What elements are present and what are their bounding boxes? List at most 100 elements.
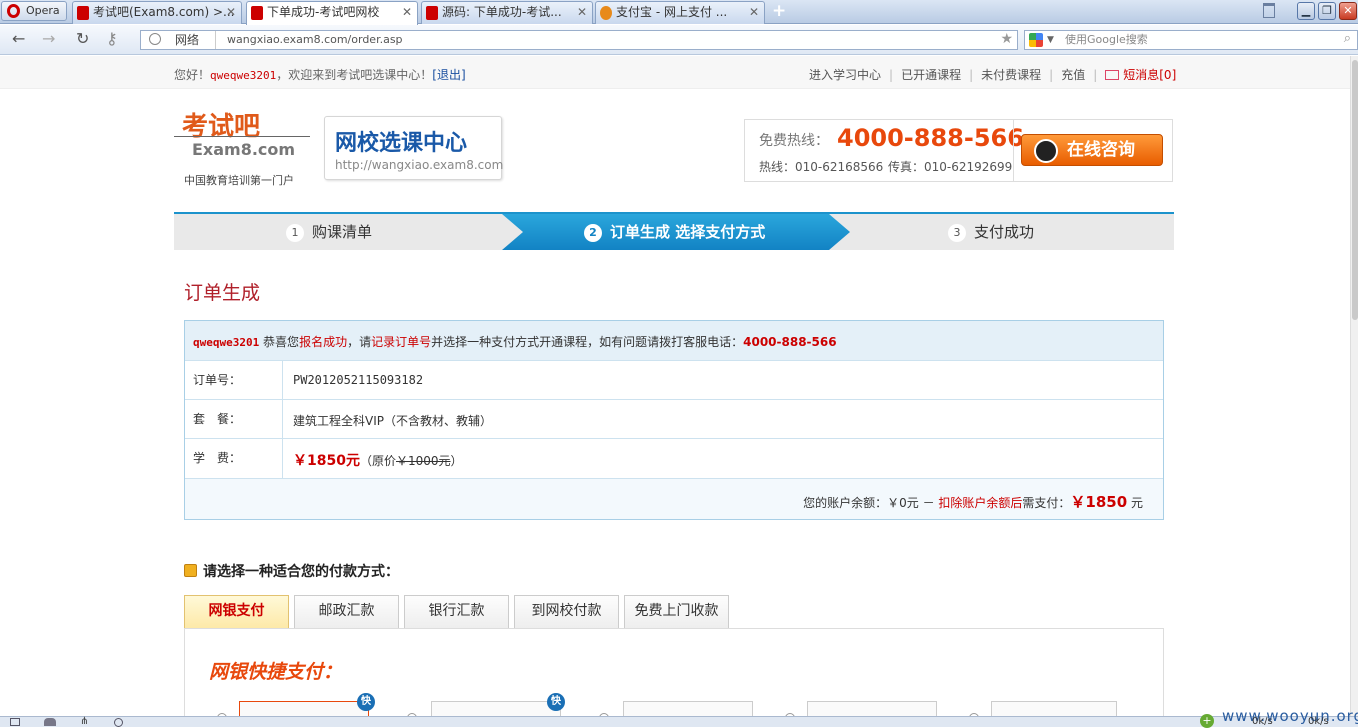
step-1: 1 购课清单 xyxy=(286,214,372,250)
address-bar[interactable]: 网络 wangxiao.exam8.com/order.asp ★ xyxy=(140,30,1018,50)
fee-original-suffix: ） xyxy=(450,454,463,468)
payable-amount: ￥1850 xyxy=(1070,493,1128,511)
bookmark-star-icon[interactable]: ★ xyxy=(1000,30,1013,48)
bank-option[interactable] xyxy=(991,701,1117,716)
scrollbar-thumb[interactable] xyxy=(1352,60,1358,320)
close-tab-icon[interactable]: ✕ xyxy=(402,2,412,23)
key-icon[interactable]: ⚷ xyxy=(106,30,118,48)
google-icon[interactable] xyxy=(1029,33,1043,47)
package-label: 套 餐： xyxy=(185,400,283,438)
browser-tab[interactable]: 支付宝 - 网上支付 ... ✕ xyxy=(595,1,765,24)
balance-row: 您的账户余额：￥0元 － 扣除账户余额后需支付：￥1850 元 xyxy=(185,479,1163,519)
coin-bag-icon xyxy=(184,564,197,577)
search-field[interactable]: ▼ 使用Google搜索 ⌕ xyxy=(1024,30,1358,50)
bank-option[interactable] xyxy=(807,701,937,716)
mail-icon xyxy=(1105,70,1120,80)
welcome-text: 您好！qweqwe3201，欢迎来到考试吧选课中心！[退出] xyxy=(174,66,466,83)
opera-logo-icon xyxy=(7,4,20,18)
fee-original-prefix: （原价 xyxy=(359,454,396,468)
logo-rule xyxy=(174,136,310,137)
exam8-logo[interactable]: 考试吧 Exam8.com 中国教育培训第一门户 xyxy=(174,102,314,192)
notice-highlight: 记录订单号 xyxy=(371,335,432,349)
tab-title: 下单成功-考试吧网校 xyxy=(267,5,380,19)
step-label: 支付成功 xyxy=(974,223,1035,241)
browser-tab-active[interactable]: 下单成功-考试吧网校 ✕ xyxy=(246,1,418,25)
panel-toggle-icon[interactable] xyxy=(10,718,20,726)
close-window-icon[interactable]: ✕ xyxy=(1339,2,1357,20)
step-label: 购课清单 xyxy=(312,223,373,241)
search-placeholder: 使用Google搜索 xyxy=(1065,33,1148,46)
url-text[interactable]: wangxiao.exam8.com/order.asp xyxy=(227,31,403,49)
order-steps: 1 购课清单 2 订单生成 选择支付方式 3 支付成功 xyxy=(174,212,1174,250)
fee-original: ￥1000元 xyxy=(395,454,451,468)
speed-dial-icon[interactable] xyxy=(114,718,123,727)
browser-tab[interactable]: 考试吧(Exam8.com) >... ✕ xyxy=(72,1,242,24)
favicon-icon xyxy=(251,6,263,20)
messages-link[interactable]: 短消息[0] xyxy=(1123,68,1176,82)
close-tab-icon[interactable]: ✕ xyxy=(226,2,236,23)
close-tab-icon[interactable]: ✕ xyxy=(749,2,759,23)
search-icon[interactable]: ⌕ xyxy=(1344,30,1351,48)
trash-icon[interactable] xyxy=(1263,3,1275,18)
package-row: 套 餐： 建筑工程全科VIP（不含教材、教辅） xyxy=(185,400,1163,439)
quick-badge-icon: 快 xyxy=(357,693,375,711)
close-tab-icon[interactable]: ✕ xyxy=(577,2,587,23)
order-notice: qweqwe3201 恭喜您报名成功，请记录订单号并选择一种支付方式开通课程，如… xyxy=(193,333,837,350)
tab-online-banking[interactable]: 网银支付 xyxy=(184,595,289,628)
order-number-label: 订单号： xyxy=(185,361,283,399)
vertical-scrollbar[interactable] xyxy=(1350,56,1358,716)
step-number: 2 xyxy=(584,224,602,242)
reload-icon[interactable]: ↻ xyxy=(76,30,89,48)
favicon-icon xyxy=(426,6,438,20)
plus-icon[interactable]: + xyxy=(1200,714,1214,728)
globe-icon xyxy=(149,33,161,45)
notice-text: 并选择一种支付方式开通课程，如有问题请拨打客服电话： xyxy=(431,335,744,349)
consult-label: 在线咨询 xyxy=(1067,140,1135,160)
order-title: 订单生成 xyxy=(184,282,261,304)
bank-option[interactable] xyxy=(623,701,753,716)
alipay-favicon-icon xyxy=(600,6,612,20)
brand-url: http://wangxiao.exam8.com xyxy=(335,158,504,172)
payment-title: 请选择一种适合您的付款方式： xyxy=(184,561,399,581)
opera-menu-button[interactable]: Opera xyxy=(1,1,67,21)
welcome-message: ，欢迎来到考试吧选课中心！ xyxy=(276,68,433,82)
tab-pay-at-school[interactable]: 到网校付款 xyxy=(514,595,619,628)
username: qweqwe3201 xyxy=(210,69,277,82)
logo-domain: Exam8.com xyxy=(192,140,296,159)
tab-bank-transfer[interactable]: 银行汇款 xyxy=(404,595,509,628)
forward-icon[interactable]: → xyxy=(42,30,55,48)
opera-label: Opera xyxy=(26,4,60,17)
link-learning-center[interactable]: 进入学习中心 xyxy=(809,68,881,82)
minimize-icon[interactable]: ▁ xyxy=(1297,2,1315,20)
share-icon[interactable]: ⋔ xyxy=(80,717,88,727)
link-recharge[interactable]: 充值 xyxy=(1061,68,1085,82)
new-tab-button[interactable]: + xyxy=(772,1,786,21)
payment-panel: 网银快捷支付： 快 快 xyxy=(184,628,1164,716)
browser-tab[interactable]: 源码: 下单成功-考试... ✕ xyxy=(421,1,593,24)
address-divider xyxy=(215,31,216,49)
balance-text: 您的账户余额：￥0元 － 扣除账户余额后需支付：￥1850 元 xyxy=(803,491,1143,512)
watermark: www.wooyun.org xyxy=(1222,707,1358,725)
bank-option[interactable] xyxy=(431,701,561,716)
quick-pay-title: 网银快捷支付： xyxy=(209,661,343,683)
notice-username: qweqwe3201 xyxy=(193,336,260,349)
back-icon[interactable]: ← xyxy=(12,30,25,48)
restore-icon[interactable]: ❐ xyxy=(1318,2,1336,20)
fee-amount: ￥1850元 xyxy=(293,453,360,469)
home-icon[interactable] xyxy=(44,718,56,726)
hotline-phone: 热线：010-62168566 xyxy=(759,160,884,174)
bank-option[interactable] xyxy=(239,701,369,716)
logo-slogan: 中国教育培训第一门户 xyxy=(184,174,294,187)
link-opened-courses[interactable]: 已开通课程 xyxy=(901,68,961,82)
link-unpaid-courses[interactable]: 未付费课程 xyxy=(981,68,1041,82)
service-phone: 4000-888-566 xyxy=(743,335,837,349)
tab-door-collection[interactable]: 免费上门收款 xyxy=(624,595,729,628)
online-consult-button[interactable]: 在线咨询 xyxy=(1021,134,1163,166)
logout-link[interactable]: [退出] xyxy=(432,68,465,82)
chevron-down-icon[interactable]: ▼ xyxy=(1047,31,1054,49)
hotline-divider xyxy=(1013,120,1014,181)
tab-postal-remittance[interactable]: 邮政汇款 xyxy=(294,595,399,628)
logo-text: 考试吧 xyxy=(182,112,261,142)
step-2-active: 2 订单生成 选择支付方式 xyxy=(584,214,765,250)
brand-title: 网校选课中心 xyxy=(335,131,468,156)
